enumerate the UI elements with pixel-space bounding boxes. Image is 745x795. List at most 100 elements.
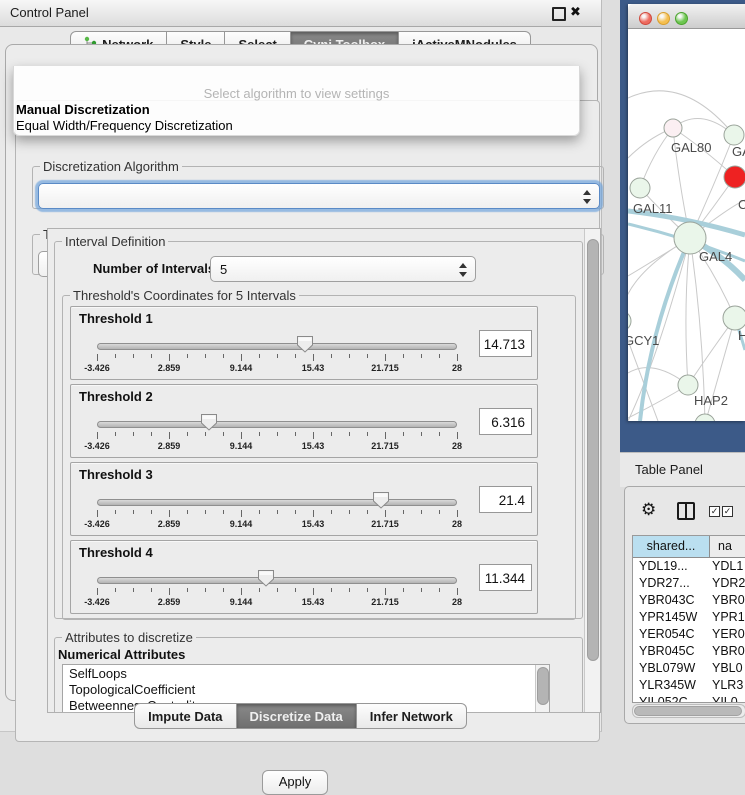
table-cell[interactable]: YBR045C xyxy=(633,643,710,660)
table-cell[interactable]: YBR0 xyxy=(710,643,745,660)
tick-mark xyxy=(259,354,260,358)
list-item-selfloops[interactable]: SelfLoops xyxy=(63,665,549,681)
table-cell[interactable]: YDL1 xyxy=(710,558,745,575)
table-horizontal-scrollbar[interactable] xyxy=(632,704,745,718)
settings-vertical-scrollbar[interactable] xyxy=(584,229,600,712)
table-row[interactable]: YDL19...YDL1 xyxy=(633,558,745,575)
table-cell[interactable]: YBL0 xyxy=(710,660,745,677)
table-cell[interactable]: YIL0 xyxy=(710,694,745,703)
discretize-settings-panel: Discretization Algorithm Table Data galF… xyxy=(15,100,600,742)
tick-mark xyxy=(187,354,188,358)
network-node[interactable] xyxy=(664,119,682,137)
num-intervals-combobox[interactable]: 5 xyxy=(210,256,476,282)
tab-discretize-data[interactable]: Discretize Data xyxy=(237,703,357,729)
threshold-value-field[interactable]: 6.316 xyxy=(479,408,532,435)
table-row[interactable]: YBL079WYBL0 xyxy=(633,660,745,677)
tick-label: 28 xyxy=(452,519,462,529)
column-header-na[interactable]: na xyxy=(710,536,745,557)
table-cell[interactable]: YBL079W xyxy=(633,660,710,677)
network-window-titlebar xyxy=(628,4,745,29)
threshold-value-field[interactable]: 11.344 xyxy=(479,564,532,591)
table-cell[interactable]: YBR043C xyxy=(633,592,710,609)
tick-mark xyxy=(403,354,404,358)
table-cell[interactable]: YLR3 xyxy=(710,677,745,694)
tick-mark xyxy=(457,354,458,361)
threshold-panel-3: Threshold 3-3.4262.8599.14415.4321.71528… xyxy=(70,462,538,536)
table-cell[interactable]: YPR145W xyxy=(633,609,710,626)
list-item-topologicalcoefficient[interactable]: TopologicalCoefficient xyxy=(63,681,549,697)
threshold-slider-track[interactable] xyxy=(97,577,457,584)
table-cell[interactable]: YLR345W xyxy=(633,677,710,694)
tab-impute-data[interactable]: Impute Data xyxy=(134,703,236,729)
tick-mark xyxy=(457,588,458,595)
tick-mark xyxy=(187,432,188,436)
checkbox-icon[interactable]: ✓ xyxy=(709,506,720,517)
group-title: Discretization Algorithm xyxy=(40,159,182,174)
table-cell[interactable]: YER054C xyxy=(633,626,710,643)
table-cell[interactable]: YIL052C xyxy=(633,694,710,703)
group-title: Attributes to discretize xyxy=(62,630,196,645)
close-button[interactable] xyxy=(639,12,652,25)
scrollbar-thumb[interactable] xyxy=(537,667,549,705)
node-label-gal80: GAL80 xyxy=(671,140,711,155)
tick-mark xyxy=(367,354,368,358)
scrollbar-thumb[interactable] xyxy=(634,706,742,716)
algorithm-combobox[interactable] xyxy=(38,183,600,209)
table-cell[interactable]: YDL19... xyxy=(633,558,710,575)
close-icon[interactable]: ✖ xyxy=(570,4,581,20)
network-canvas[interactable]: GAL80GACGAL11GAL4GCY1HHAP2 xyxy=(628,28,745,421)
table-cell[interactable]: YDR2 xyxy=(710,575,745,592)
table-row[interactable]: YER054CYER0 xyxy=(633,626,745,643)
popup-option-equal-width-frequency-discretization[interactable]: Equal Width/Frequency Discretization xyxy=(16,118,233,133)
network-node[interactable] xyxy=(695,414,715,421)
network-node[interactable] xyxy=(628,311,631,331)
table-row[interactable]: YDR27...YDR2 xyxy=(633,575,745,592)
tick-label: -3.426 xyxy=(84,519,110,529)
tick-mark xyxy=(151,354,152,358)
network-node[interactable] xyxy=(723,306,745,330)
tick-mark xyxy=(223,432,224,436)
table-row[interactable]: YBR043CYBR0 xyxy=(633,592,745,609)
tick-mark xyxy=(385,432,386,439)
column-header-shared[interactable]: shared... xyxy=(633,536,710,557)
table-cell[interactable]: YDR27... xyxy=(633,575,710,592)
threshold-slider-track[interactable] xyxy=(97,343,457,350)
table-cell[interactable]: YER0 xyxy=(710,626,745,643)
checkbox-icon[interactable]: ✓ xyxy=(722,506,733,517)
threshold-slider-track[interactable] xyxy=(97,499,457,506)
table-row[interactable]: YBR045CYBR0 xyxy=(633,643,745,660)
tab-label: Infer Network xyxy=(370,709,453,724)
threshold-slider-thumb[interactable] xyxy=(257,569,275,587)
network-node[interactable] xyxy=(678,375,698,395)
threshold-slider-track[interactable] xyxy=(97,421,457,428)
tick-mark xyxy=(169,588,170,595)
scrollbar-thumb[interactable] xyxy=(587,239,599,661)
table-row[interactable]: YPR145WYPR1 xyxy=(633,609,745,626)
gear-icon[interactable]: ⚙ xyxy=(641,500,656,520)
tick-mark xyxy=(115,510,116,514)
popup-option-manual-discretization[interactable]: Manual Discretization xyxy=(16,102,150,117)
apply-button[interactable]: Apply xyxy=(262,770,328,795)
tick-mark xyxy=(169,510,170,517)
threshold-value-field[interactable]: 21.4 xyxy=(479,486,532,513)
num-intervals-label: Number of Intervals xyxy=(93,261,215,276)
zoom-button[interactable] xyxy=(675,12,688,25)
threshold-slider-thumb[interactable] xyxy=(200,413,218,431)
table-cell[interactable]: YBR0 xyxy=(710,592,745,609)
network-node[interactable] xyxy=(724,125,744,145)
tick-mark xyxy=(439,588,440,592)
minimize-button[interactable] xyxy=(657,12,670,25)
threshold-value-field[interactable]: 14.713 xyxy=(479,330,532,357)
float-window-icon[interactable] xyxy=(552,7,566,21)
table-cell[interactable]: YPR1 xyxy=(710,609,745,626)
tab-infer-network[interactable]: Infer Network xyxy=(357,703,467,729)
threshold-slider-thumb[interactable] xyxy=(296,335,314,353)
table-row[interactable]: YLR345WYLR3 xyxy=(633,677,745,694)
threshold-slider-thumb[interactable] xyxy=(372,491,390,509)
split-view-icon[interactable] xyxy=(677,502,695,520)
tick-label: 15.43 xyxy=(302,441,325,451)
tick-mark xyxy=(295,588,296,592)
network-node[interactable] xyxy=(630,178,650,198)
table-row[interactable]: YIL052CYIL0 xyxy=(633,694,745,703)
network-node[interactable] xyxy=(724,166,745,188)
